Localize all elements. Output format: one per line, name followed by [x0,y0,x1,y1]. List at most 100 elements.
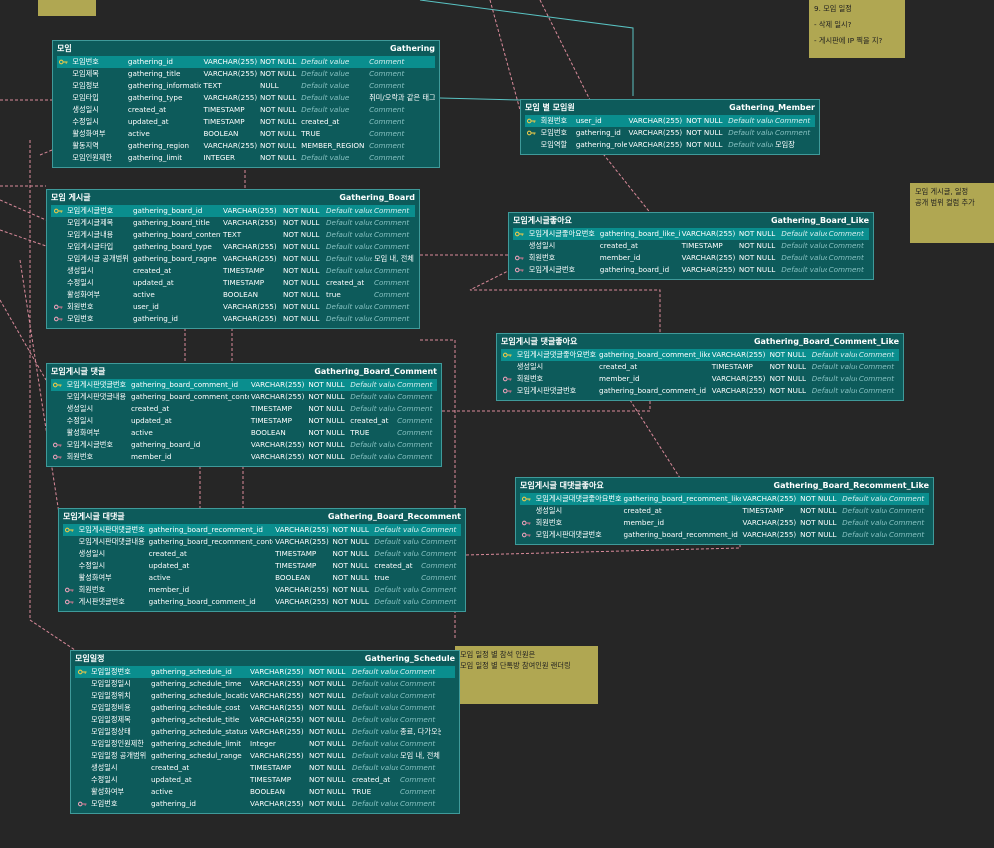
column-row[interactable]: 활동지역 gathering_region VARCHAR(255) NOT NULL… [57,140,435,152]
column-row[interactable]: 수정일시 updated_at TIMESTAMP NOT NULL created_a… [63,560,461,572]
column-row[interactable]: 모임정보 gathering_information TEXT NULL Default… [57,80,435,92]
column-label: 모임역할 [540,140,568,149]
table-gathering-board-comment-like[interactable]: 모임게시글 댓글좋아요 Gathering_Board_Comment_Like 모… [496,333,904,401]
column-row[interactable]: 모임일정상태 gathering_schedule_status VARCHAR(2… [75,726,455,738]
column-row[interactable]: 모임게시글좋아요번호 gathering_board_like_id VARCHAR… [513,228,869,240]
column-row[interactable]: 모임번호 gathering_id VARCHAR(255) NOT NULL Defa… [75,798,455,810]
column-label: 생성일시 [535,506,563,515]
column-row[interactable]: 모임번호 gathering_id VARCHAR(255) NOT NULL Defa… [57,56,435,68]
column-row[interactable]: 생성일시 created_at TIMESTAMP NOT NULL Default v… [51,403,437,415]
column-row[interactable]: 수정일시 updated_at TIMESTAMP NOT NULL created_a… [57,116,435,128]
table-header[interactable]: 모임일정 Gathering_Schedule [75,651,455,666]
table-header[interactable]: 모임게시글 대댓글좋아요 Gathering_Board_Recomment_Li… [520,478,929,493]
table-gathering-board-recomment[interactable]: 모임게시글 대댓글 Gathering_Board_Recomment 모임게시판대… [58,508,466,612]
column-comment: Comment [858,374,895,383]
column-row[interactable]: 모임게시판댓글번호 gathering_board_comment_id VARCH… [51,379,437,391]
column-row[interactable]: 게시판댓글번호 gathering_board_comment_id VARCHAR… [63,596,461,608]
column-row[interactable]: 활성화여부 active BOOLEAN NOT NULL TRUE Comment [75,786,455,798]
column-row[interactable]: 모임게시글번호 gathering_board_id VARCHAR(255) NOT… [513,264,869,276]
column-row[interactable]: 생성일시 created_at TIMESTAMP NOT NULL Default v… [513,240,869,252]
column-label: 모임게시글대댓글좋아요번호 [535,494,622,503]
column-row[interactable]: 모임게시글내용 gathering_board_contents TEXT NOT N… [51,229,415,241]
column-row[interactable]: 모임게시글번호 gathering_board_id VARCHAR(255) NOT… [51,205,415,217]
table-gathering-board[interactable]: 모임 게시글 Gathering_Board 모임게시글번호 gathering_bo… [46,189,420,329]
column-default: Default value [811,374,857,383]
note-line: 9. 모임 일정 [814,4,852,13]
table-header[interactable]: 모임 Gathering [57,41,435,56]
table-gathering-board-like[interactable]: 모임게시글좋아요 Gathering_Board_Like 모임게시글좋아요번호 ga… [508,212,874,280]
column-row[interactable]: 생성일시 created_at TIMESTAMP NOT NULL Default v… [75,762,455,774]
column-name: gathering_board_comment_like_id [599,350,710,359]
column-type: VARCHAR(255) [203,69,258,78]
column-row[interactable]: 모임게시글번호 gathering_board_id VARCHAR(255) NOT… [51,439,437,451]
table-name: Gathering_Board_Comment_Like [753,337,899,346]
column-row[interactable]: 생성일시 created_at TIMESTAMP NOT NULL Default v… [520,505,929,517]
column-row[interactable]: 모임게시글댓글좋아요번호 gathering_board_comment_like… [501,349,899,361]
column-row[interactable]: 회원번호 member_id VARCHAR(255) NOT NULL Default… [51,451,437,463]
column-row[interactable]: 모임일정 공개범위 gathering_schedul_range VARCHAR(… [75,750,455,762]
column-row[interactable]: 모임게시글대댓글좋아요번호 gathering_board_recomment_l… [520,493,929,505]
table-header[interactable]: 모임게시글 댓글 Gathering_Board_Comment [51,364,437,379]
column-name: gathering_title [127,69,181,78]
column-row[interactable]: 모임게시판대댓글번호 gathering_board_recomment_id VA… [63,524,461,536]
column-row[interactable]: 모임인원제한 gathering_limit INTEGER NOT NULL Defa… [57,152,435,164]
column-row[interactable]: 활성화여부 active BOOLEAN NOT NULL TRUE Comment [51,427,437,439]
table-name: Gathering_Board_Recomment [327,512,461,521]
column-row[interactable]: 수정일시 updated_at TIMESTAMP NOT NULL created_a… [51,277,415,289]
column-default: TRUE [301,129,321,138]
column-row[interactable]: 생성일시 created_at TIMESTAMP NOT NULL Default v… [51,265,415,277]
column-row[interactable]: 모임게시판댓글번호 gathering_board_comment_id VARCH… [501,385,899,397]
column-row[interactable]: 모임번호 gathering_id VARCHAR(255) NOT NULL Defa… [525,127,815,139]
column-row[interactable]: 모임일정인원제한 gathering_schedule_limit Integer N… [75,738,455,750]
column-name: gathering_board_recomment_contents [148,537,273,546]
column-row[interactable]: 모임게시판댓글내용gathering_board_comment_content… [51,391,437,403]
column-row[interactable]: 회원번호 member_id VARCHAR(255) NOT NULL Default… [501,373,899,385]
table-header[interactable]: 모임게시글좋아요 Gathering_Board_Like [513,213,869,228]
column-row[interactable]: 모임게시글제목 gathering_board_title VARCHAR(255)… [51,217,415,229]
table-gathering[interactable]: 모임 Gathering 모임번호 gathering_id VARCHAR(255) N… [52,40,440,168]
column-row[interactable]: 회원번호 member_id VARCHAR(255) NOT NULL Default… [520,517,929,529]
table-gathering-board-recomment-like[interactable]: 모임게시글 대댓글좋아요 Gathering_Board_Recomment_Li… [515,477,934,545]
column-row[interactable]: 회원번호 member_id VARCHAR(255) NOT NULL Default… [63,584,461,596]
column-nullability: NOT NULL [308,380,345,389]
table-gathering-member[interactable]: 모임 별 모임원 Gathering_Member 회원번호 user_id VARCH… [520,99,820,155]
table-header[interactable]: 모임게시글 댓글좋아요 Gathering_Board_Comment_Like [501,334,899,349]
column-row[interactable]: 활성화여부 active BOOLEAN NOT NULL TRUE Comment [57,128,435,140]
column-row[interactable]: 모임게시글 공개범위 gathering_board_ragne VARCHAR(2… [51,253,415,265]
column-row[interactable]: 모임역할 gathering_role VARCHAR(255) NOT NULL De… [525,139,815,151]
column-row[interactable]: 회원번호 user_id VARCHAR(255) NOT NULL Default v… [51,301,415,313]
table-header[interactable]: 모임 게시글 Gathering_Board [51,190,415,205]
column-row[interactable]: 회원번호 member_id VARCHAR(255) NOT NULL Default… [513,252,869,264]
column-row[interactable]: 모임일정일시 gathering_schedule_time VARCHAR(255… [75,678,455,690]
table-header[interactable]: 모임게시글 대댓글 Gathering_Board_Recomment [63,509,461,524]
column-row[interactable]: 모임게시판대댓글번호 gathering_board_recomment_id VA… [520,529,929,541]
column-row[interactable]: 활성화여부 active BOOLEAN NOT NULL true Comment [63,572,461,584]
column-row[interactable]: 모임일정위치 gathering_schedule_location VARCHAR… [75,690,455,702]
column-type: TIMESTAMP [250,775,292,784]
column-row[interactable]: 생성일시 created_at TIMESTAMP NOT NULL Default v… [501,361,899,373]
column-nullability: NOT NULL [308,452,345,461]
column-row[interactable]: 모임일정제목 gathering_schedule_title VARCHAR(25… [75,714,455,726]
column-row[interactable]: 모임일정비용 gathering_schedule_cost VARCHAR(255… [75,702,455,714]
column-row[interactable]: 생성일시 created_at TIMESTAMP NOT NULL Default v… [63,548,461,560]
column-row[interactable]: 모임타입 gathering_type VARCHAR(255) NOT NULL De… [57,92,435,104]
column-label: 모임게시글 공개범위 [67,254,129,263]
column-row[interactable]: 모임일정번호 gathering_schedule_id VARCHAR(255) N… [75,666,455,678]
column-name: created_at [130,404,170,413]
column-row[interactable]: 수정일시 updated_at TIMESTAMP NOT NULL created_a… [51,415,437,427]
column-row[interactable]: 모임제목 gathering_title VARCHAR(255) NOT NULL D… [57,68,435,80]
column-row[interactable]: 생성일시 created_at TIMESTAMP NOT NULL Default v… [57,104,435,116]
column-icon-slot [63,560,77,572]
column-nullability: NOT NULL [769,362,806,371]
table-gathering-board-comment[interactable]: 모임게시글 댓글 Gathering_Board_Comment 모임게시판댓글번호… [46,363,442,467]
column-row[interactable]: 모임게시판대댓글내용 gathering_board_recomment_cont… [63,536,461,548]
column-row[interactable]: 회원번호 user_id VARCHAR(255) NOT NULL Default v… [525,115,815,127]
table-gathering-schedule[interactable]: 모임일정 Gathering_Schedule 모임일정번호 gathering_sc… [70,650,460,814]
column-row[interactable]: 수정일시 updated_at TIMESTAMP NOT NULL created_a… [75,774,455,786]
column-row[interactable]: 활성화여부 active BOOLEAN NOT NULL true Comment [51,289,415,301]
column-default: MEMBER_REGION [301,141,365,150]
column-row[interactable]: 모임번호 gathering_id VARCHAR(255) NOT NULL Defa… [51,313,415,325]
column-row[interactable]: 모임게시글타입 gathering_board_type VARCHAR(255) N… [51,241,415,253]
column-default: Default value [326,218,372,227]
table-header[interactable]: 모임 별 모임원 Gathering_Member [525,100,815,115]
